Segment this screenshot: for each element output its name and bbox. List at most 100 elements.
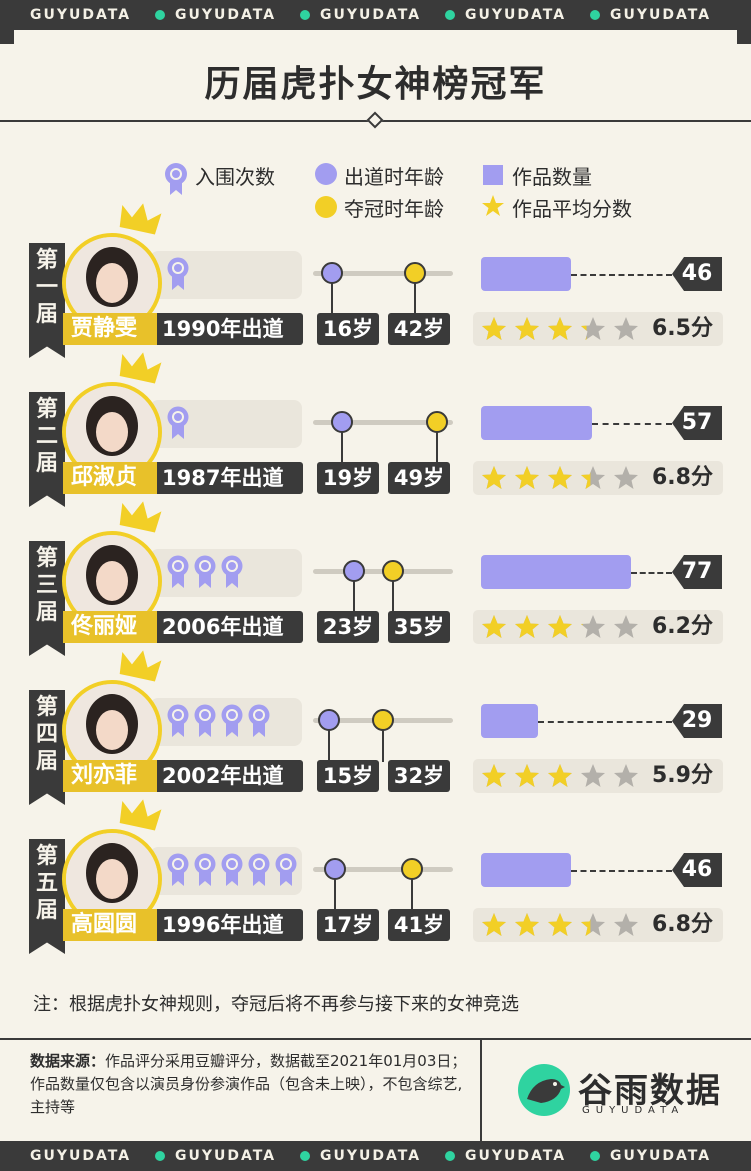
score-star-icon [548, 764, 572, 787]
legend-win-dot-icon [315, 196, 337, 218]
legend-nominations: 入围次数 [195, 165, 275, 189]
win-age-dot [372, 709, 394, 731]
score-star-icon [581, 615, 605, 638]
band-text: GUYUDATA [30, 1148, 132, 1164]
debut-age-label: 23岁 [317, 611, 379, 643]
legend-star-icon [482, 195, 504, 216]
nomination-ribbon-icon [167, 406, 189, 439]
avg-score: 6.2分 [652, 614, 713, 639]
rank-tag: 第二届 [29, 392, 65, 507]
score-star-icon [515, 913, 539, 936]
win-age-label: 49岁 [388, 462, 450, 494]
win-age-dot [381, 560, 404, 582]
nomination-ribbon-icon [248, 853, 270, 886]
band-dot-icon [590, 10, 600, 20]
legend-avg-score: 作品平均分数 [512, 197, 632, 221]
debut-age-label: 19岁 [317, 462, 379, 494]
band-text: GUYUDATA [465, 7, 567, 23]
champion-name: 邱淑贞 [63, 462, 157, 494]
score-star-icon [614, 764, 638, 787]
legend-works-square-icon [483, 165, 503, 185]
band-text: GUYUDATA [610, 1148, 712, 1164]
win-age-label: 41岁 [388, 909, 450, 941]
works-bar [481, 257, 571, 291]
champion-name: 贾静雯 [63, 313, 157, 345]
nomination-ribbon-icon [194, 853, 216, 886]
band-text: GUYUDATA [30, 7, 132, 23]
legend-works: 作品数量 [512, 165, 592, 189]
footnote: 注：根据虎扑女神规则，夺冠后将不再参与接下来的女神竞选 [33, 994, 519, 1015]
works-leader [631, 572, 672, 574]
score-star-icon [614, 317, 638, 340]
legend-debut-age: 出道时年龄 [344, 165, 444, 189]
debut-age-label: 16岁 [317, 313, 379, 345]
band-text: GUYUDATA [610, 7, 712, 23]
score-star-icon [614, 466, 638, 489]
score-star-icon [482, 615, 506, 638]
score-star-icon [548, 317, 572, 340]
works-bar [481, 704, 538, 738]
nomination-ribbon-icon [221, 555, 243, 588]
debut-age-dot [321, 262, 344, 284]
works-bar [481, 555, 632, 589]
debut-age-label: 17岁 [317, 909, 379, 941]
nomination-ribbon-icon [167, 853, 189, 886]
band-text: GUYUDATA [320, 7, 422, 23]
debut-year: 2002年出道 [162, 764, 284, 788]
avg-score: 6.8分 [652, 912, 713, 937]
win-age-dot [400, 858, 423, 880]
band-text: GUYUDATA [465, 1148, 567, 1164]
nomination-ribbon-icon [248, 704, 270, 737]
win-age-dot [426, 411, 449, 433]
score-star-icon [515, 317, 539, 340]
rank-tag: 第三届 [29, 541, 65, 656]
corner-tl [0, 30, 14, 44]
score-star-icon [581, 764, 605, 787]
win-age-label: 35岁 [388, 611, 450, 643]
source-text: 数据来源：作品评分采用豆瓣评分，数据截至2021年01月03日；作品数量仅包含以… [30, 1050, 470, 1119]
rank-tag: 第一届 [29, 243, 65, 358]
debut-age-dot [317, 709, 340, 731]
nomination-ribbon-icon [221, 704, 243, 737]
score-star-icon [614, 615, 638, 638]
legend-debut-dot-icon [315, 163, 337, 185]
band-dot-icon [155, 10, 165, 20]
nomination-ribbon-icon [221, 853, 243, 886]
nomination-ribbon-icon [275, 853, 297, 886]
works-bar [481, 406, 593, 440]
works-leader [537, 721, 672, 723]
nomination-ribbon-icon [194, 704, 216, 737]
win-age-label: 42岁 [388, 313, 450, 345]
debut-year: 2006年出道 [162, 615, 284, 639]
avg-score: 6.8分 [652, 465, 713, 490]
debut-age-dot [330, 411, 353, 433]
legend-win-age: 夺冠时年龄 [344, 197, 444, 221]
logo-bird-icon [518, 1064, 570, 1116]
ribbon-icon [165, 163, 187, 195]
rank-tag: 第四届 [29, 690, 65, 805]
works-leader [592, 423, 672, 425]
page-title: 历届虎扑女神榜冠军 [204, 64, 547, 105]
score-star-icon [482, 466, 506, 489]
band-text: GUYUDATA [320, 1148, 422, 1164]
score-star-icon [515, 466, 539, 489]
band-dot-icon [445, 10, 455, 20]
works-bar [481, 853, 571, 887]
band-dot-icon [590, 1151, 600, 1161]
champion-name: 高圆圆 [63, 909, 157, 941]
nomination-ribbon-icon [167, 704, 189, 737]
band-dot-icon [445, 1151, 455, 1161]
nomination-ribbon-icon [167, 555, 189, 588]
band-dot-icon [300, 1151, 310, 1161]
top-brand-band: GUYUDATA GUYUDATA GUYUDATA GUYUDATA GUYUDATA [0, 0, 751, 30]
works-leader [570, 274, 672, 276]
score-star-icon [548, 466, 572, 489]
debut-age-label: 15岁 [317, 760, 379, 792]
debut-year: 1990年出道 [162, 317, 284, 341]
nomination-ribbon-icon [194, 555, 216, 588]
score-star-icon [482, 317, 506, 340]
debut-year: 1987年出道 [162, 466, 284, 490]
corner-tr [737, 30, 751, 44]
source-label: 数据来源： [30, 1052, 106, 1070]
win-age-label: 32岁 [388, 760, 450, 792]
